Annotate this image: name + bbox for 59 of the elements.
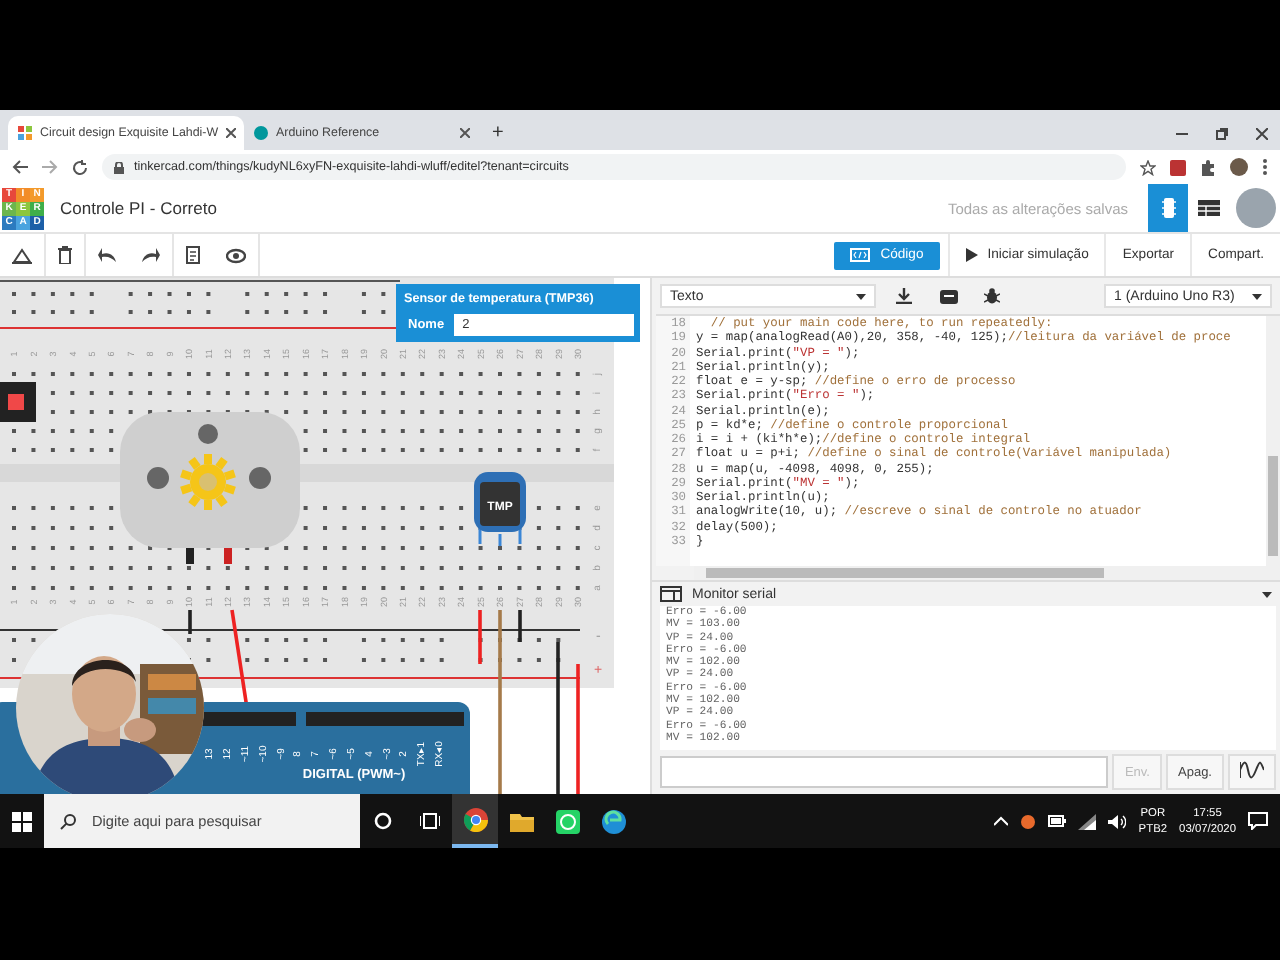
eye-icon[interactable] <box>226 247 246 263</box>
download-icon[interactable] <box>896 288 912 304</box>
close-icon[interactable] <box>460 128 470 138</box>
new-tab-button[interactable]: + <box>492 122 504 144</box>
circle-icon <box>374 812 392 830</box>
chip-icon <box>1161 198 1175 218</box>
browser-icon <box>463 807 487 831</box>
wifi-icon[interactable] <box>1078 813 1097 829</box>
scrollbar[interactable] <box>1266 316 1280 566</box>
serial-input-field[interactable] <box>660 756 1109 788</box>
grid-logo-icon <box>18 126 32 140</box>
avatar-icon[interactable] <box>1230 158 1248 176</box>
chat-icon <box>555 809 579 833</box>
app-tray-icon[interactable] <box>1020 813 1037 829</box>
wire <box>188 610 192 634</box>
speaker-icon[interactable] <box>1108 813 1127 829</box>
folder-icon <box>509 811 533 831</box>
wire <box>518 610 522 642</box>
wire <box>576 664 580 794</box>
search-icon <box>60 813 76 829</box>
battery-icon[interactable] <box>1048 814 1067 828</box>
menu-icon[interactable] <box>1262 158 1268 176</box>
stop-button[interactable] <box>0 382 36 422</box>
plotter-button[interactable] <box>1228 754 1276 790</box>
play-icon <box>965 248 978 262</box>
undo-icon[interactable] <box>98 248 116 262</box>
reload-icon[interactable] <box>72 159 88 175</box>
code-icon <box>850 248 871 262</box>
monitor-icon <box>660 586 682 602</box>
notification-icon[interactable] <box>1248 812 1268 830</box>
minimize-icon[interactable] <box>1176 128 1188 140</box>
caret-icon <box>1252 293 1262 299</box>
caret-icon[interactable] <box>1262 591 1272 597</box>
temperature-sensor-drawing <box>474 472 526 548</box>
windows-icon <box>12 811 32 831</box>
task-view-icon <box>419 812 439 830</box>
star-icon[interactable] <box>1140 159 1156 175</box>
rotate-icon[interactable] <box>12 247 32 263</box>
pdf-extension-icon[interactable] <box>1170 159 1186 175</box>
trash-icon[interactable] <box>58 246 72 264</box>
caret-icon <box>856 293 866 299</box>
close-icon[interactable] <box>1256 128 1268 140</box>
puzzle-icon[interactable] <box>1200 159 1216 175</box>
restore-icon[interactable] <box>1216 128 1228 140</box>
notes-icon[interactable] <box>186 246 200 264</box>
table-icon <box>1197 200 1219 216</box>
close-icon[interactable] <box>226 128 237 138</box>
wire <box>478 610 482 664</box>
swirl-icon <box>601 809 625 833</box>
back-icon[interactable] <box>12 160 28 174</box>
lock-icon <box>114 161 124 173</box>
circle-logo-icon <box>254 126 268 140</box>
bug-icon[interactable] <box>984 288 1000 304</box>
upload-device-icon[interactable] <box>939 288 957 304</box>
wave-icon <box>1240 760 1264 780</box>
redo-icon[interactable] <box>142 248 160 262</box>
taskbar-app[interactable] <box>452 794 498 848</box>
chevron-up-icon[interactable] <box>994 816 1009 826</box>
project-title[interactable]: Controle PI - Correto <box>60 198 217 218</box>
